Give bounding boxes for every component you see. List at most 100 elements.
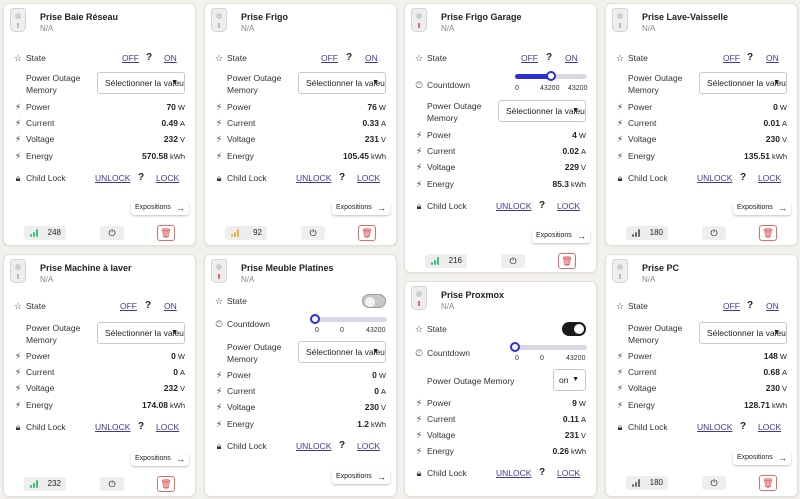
state-on-button[interactable]: ON [766,53,779,63]
unlock-button[interactable]: UNLOCK [296,441,331,451]
state-help-button[interactable]: ? [146,52,152,63]
state-on-button[interactable]: ON [565,53,578,63]
delete-button[interactable]: 🗑︎ [759,225,777,241]
child-lock-help-button[interactable]: ? [138,421,144,432]
device-name[interactable]: Prise Machine à laver [40,263,132,273]
plug-button[interactable]: ⏻ [702,476,726,490]
state-on-button[interactable]: ON [365,53,378,63]
unlock-button[interactable]: UNLOCK [697,422,732,432]
countdown-slider-handle[interactable] [510,342,520,352]
state-help-button[interactable]: ? [747,52,753,63]
state-on-button[interactable]: ON [164,301,177,311]
lightning-icon: ⚡ [215,386,223,396]
power-outage-memory-select[interactable]: Sélectionner la valeur ▼ [97,72,185,94]
child-lock-help-button[interactable]: ? [138,172,144,183]
state-off-button[interactable]: OFF [122,53,139,63]
plug-button[interactable]: ⏻ [501,254,525,268]
child-lock-help-button[interactable]: ? [740,421,746,432]
lightning-icon: ⚡ [14,134,22,144]
state-help-button[interactable]: ? [346,52,352,63]
state-help-button[interactable]: ? [145,300,151,311]
state-off-button[interactable]: OFF [321,53,338,63]
child-lock-help-button[interactable]: ? [339,440,345,451]
state-off-button[interactable]: OFF [521,53,538,63]
child-lock-help-button[interactable]: ? [539,467,545,478]
state-toggle[interactable] [362,294,386,308]
lock-button[interactable]: LOCK [357,441,380,451]
plug-icon: ⏻ [710,228,718,238]
state-on-button[interactable]: ON [766,301,779,311]
expositions-button[interactable]: Expositions → [332,470,390,484]
device-name[interactable]: Prise Meuble Platines [241,263,334,273]
state-help-button[interactable]: ? [747,300,753,311]
lock-button[interactable]: LOCK [557,468,580,478]
plug-button[interactable]: ⏻ [301,226,325,240]
countdown-slider-handle[interactable] [546,71,556,81]
unlock-button[interactable]: UNLOCK [496,468,531,478]
unlock-button[interactable]: UNLOCK [496,201,531,211]
expositions-button[interactable]: Expositions → [532,229,590,243]
card-header: Prise Meuble Platines N/A [205,255,396,289]
energy-label: Energy [427,179,454,189]
power-outage-memory-select[interactable]: Sélectionner la valeur ▼ [699,72,787,94]
plug-button[interactable]: ⏻ [100,226,124,240]
power-outage-memory-select[interactable]: Sélectionner la valeur ▼ [699,322,787,344]
padlock-icon: 🔒︎ [617,173,623,183]
lock-button[interactable]: LOCK [156,422,179,432]
state-on-button[interactable]: ON [164,53,177,63]
delete-button[interactable]: 🗑︎ [558,253,576,269]
lock-button[interactable]: LOCK [758,422,781,432]
device-name[interactable]: Prise Frigo [241,12,288,22]
plug-button[interactable]: ⏻ [100,477,124,491]
delete-button[interactable]: 🗑︎ [358,225,376,241]
power-outage-memory-select[interactable]: Sélectionner la valeur ▼ [498,100,586,122]
lock-button[interactable]: LOCK [557,201,580,211]
voltage-value: 231 V [564,430,586,440]
child-lock-help-button[interactable]: ? [539,200,545,211]
power-outage-memory-select[interactable]: Sélectionner la valeur ▼ [298,72,386,94]
arrow-right-icon: → [778,203,787,213]
countdown-slider[interactable] [510,342,587,352]
lock-button[interactable]: LOCK [758,173,781,183]
arrow-right-icon: → [577,231,586,241]
power-outage-memory-select[interactable]: Sélectionner la valeur ▼ [97,322,185,344]
device-name[interactable]: Prise Lave-Vaisselle [642,12,728,22]
countdown-slider[interactable] [310,314,387,324]
unlock-button[interactable]: UNLOCK [95,173,130,183]
power-row: ⚡ Power 9W [405,397,596,411]
state-off-button[interactable]: OFF [723,53,740,63]
countdown-slider[interactable] [515,71,587,81]
child-lock-help-button[interactable]: ? [339,172,345,183]
expositions-button[interactable]: Expositions → [332,201,390,215]
expositions-button[interactable]: Expositions → [733,201,791,215]
power-outage-memory-select[interactable]: Sélectionner la valeur ▼ [298,341,386,363]
state-off-button[interactable]: OFF [723,301,740,311]
star-icon: ☆ [214,296,224,306]
delete-button[interactable]: 🗑︎ [157,225,175,241]
expositions-button[interactable]: Expositions → [131,452,189,466]
child-lock-help-button[interactable]: ? [740,172,746,183]
energy-label: Energy [26,151,53,161]
countdown-slider-handle[interactable] [310,314,320,324]
device-name[interactable]: Prise PC [642,263,679,273]
unlock-button[interactable]: UNLOCK [697,173,732,183]
voltage-value: 230 V [765,383,787,393]
delete-button[interactable]: 🗑︎ [759,475,777,491]
expositions-button[interactable]: Expositions → [733,451,791,465]
power-outage-memory-select[interactable]: on ▼ [553,369,586,391]
padlock-icon: 🔒︎ [416,468,422,478]
lock-button[interactable]: LOCK [156,173,179,183]
state-off-button[interactable]: OFF [120,301,137,311]
lock-button[interactable]: LOCK [357,173,380,183]
child-lock-row: 🔒︎ Child Lock UNLOCK ? LOCK [4,172,195,186]
device-name[interactable]: Prise Proxmox [441,290,504,300]
state-help-button[interactable]: ? [546,52,552,63]
device-name[interactable]: Prise Frigo Garage [441,12,522,22]
device-name[interactable]: Prise Baie Réseau [40,12,118,22]
unlock-button[interactable]: UNLOCK [95,422,130,432]
delete-button[interactable]: 🗑︎ [157,476,175,492]
expositions-button[interactable]: Expositions → [131,201,189,215]
plug-button[interactable]: ⏻ [702,226,726,240]
state-toggle[interactable] [562,322,586,336]
unlock-button[interactable]: UNLOCK [296,173,331,183]
